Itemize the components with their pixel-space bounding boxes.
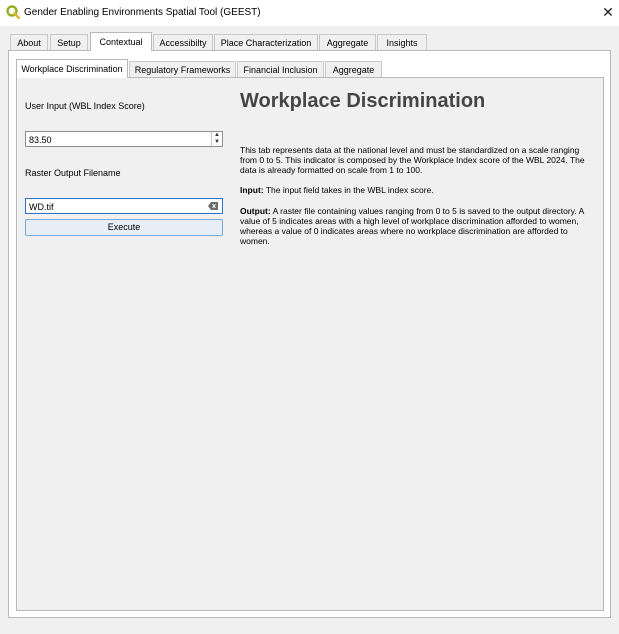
window-title: Gender Enabling Environments Spatial Too… [24,7,261,18]
geest-dialog-window: Gender Enabling Environments Spatial Too… [0,0,619,634]
help-title: Workplace Discrimination [240,90,486,112]
raster-filename-label: Raster Output Filename [25,168,121,178]
tab-aggregate[interactable]: Aggregate [319,34,376,51]
tab-setup[interactable]: Setup [50,34,88,51]
raster-filename-input[interactable]: WD.tif [25,198,223,214]
input-heading: Input: [240,185,264,195]
subtab-aggregate[interactable]: Aggregate [325,61,382,78]
subtab-financial-inclusion[interactable]: Financial Inclusion [237,61,324,78]
filename-value: WD.tif [29,202,54,212]
help-intro: This tab represents data at the national… [240,145,585,175]
title-bar: Gender Enabling Environments Spatial Too… [0,0,619,26]
input-description: The input field takes in the WBL index s… [263,185,434,195]
qgis-logo-icon [6,5,20,19]
spin-down-icon[interactable]: ▼ [212,139,222,146]
subtab-workplace-discrimination[interactable]: Workplace Discrimination [16,59,128,78]
tab-insights[interactable]: Insights [377,34,427,51]
clear-text-icon[interactable] [208,202,218,210]
tab-place-characterization[interactable]: Place Characterization [214,34,318,51]
help-input: Input: The input field takes in the WBL … [240,185,596,195]
score-value: 83.50 [29,135,52,145]
execute-button[interactable]: Execute [25,219,223,236]
close-button[interactable]: ✕ [598,3,618,21]
spin-up-icon[interactable]: ▲ [212,132,222,139]
score-spinbox[interactable]: 83.50 ▲ ▼ [25,131,223,147]
spin-buttons: ▲ ▼ [211,132,222,146]
tab-accessibility[interactable]: Accessibilty [153,34,213,51]
output-description: A raster file containing values ranging … [240,206,584,246]
output-heading: Output: [240,206,271,216]
subtab-regulatory-frameworks[interactable]: Regulatory Frameworks [129,61,236,78]
help-panel: Workplace Discrimination This tab repres… [237,88,599,608]
tab-about[interactable]: About [10,34,48,51]
tab-contextual[interactable]: Contextual [90,32,152,51]
user-input-label: User Input (WBL Index Score) [25,101,145,111]
help-output: Output: A raster file containing values … [240,206,596,246]
